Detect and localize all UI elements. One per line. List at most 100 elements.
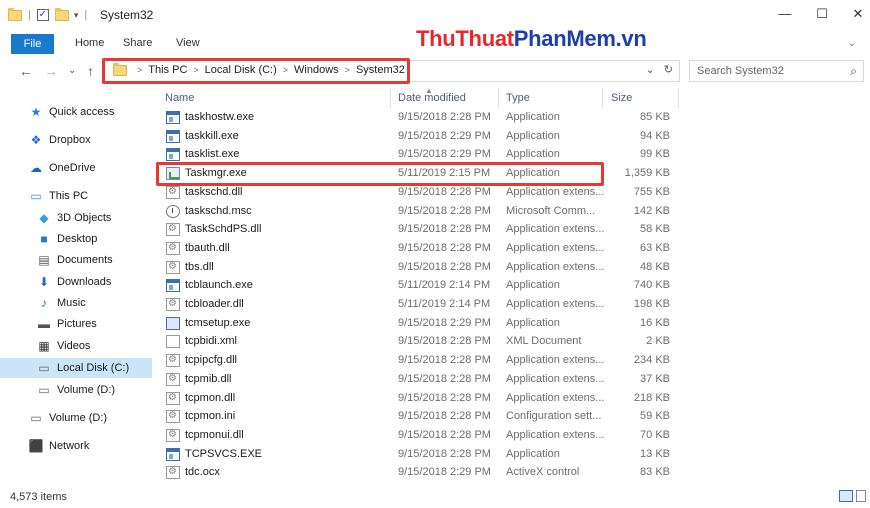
sidebar-item-this-pc[interactable]: ▭ This PC	[0, 186, 152, 206]
msc-file-icon	[166, 204, 180, 218]
dll-file-icon	[166, 410, 180, 424]
file-date-modified: 9/15/2018 2:28 PM	[398, 410, 491, 423]
documents-icon: ▤	[38, 253, 50, 267]
file-row[interactable]: tcbloader.dll5/11/2019 2:14 PMApplicatio…	[152, 295, 870, 314]
file-size: 85 KB	[640, 111, 670, 123]
dll-file-icon	[166, 223, 180, 237]
drive-icon: ▭	[30, 411, 42, 425]
up-button[interactable]: ↑	[87, 63, 94, 79]
file-row[interactable]: tcpipcfg.dll9/15/2018 2:28 PMApplication…	[152, 351, 870, 370]
file-row[interactable]: TaskSchdPS.dll9/15/2018 2:28 PMApplicati…	[152, 220, 870, 239]
file-size: 13 KB	[640, 447, 670, 460]
file-row[interactable]: tbs.dll9/15/2018 2:28 PMApplication exte…	[152, 258, 870, 277]
column-type[interactable]: Type	[506, 92, 530, 104]
address-dropdown-icon[interactable]: ⌄	[646, 64, 655, 76]
dll-file-icon	[166, 298, 180, 311]
folder-icon	[8, 7, 22, 21]
computer-icon: ▭	[30, 189, 42, 203]
window-title: System32	[100, 8, 154, 22]
column-date-modified[interactable]: Date modified	[398, 92, 466, 104]
pictures-icon: ▬	[38, 317, 50, 331]
file-date-modified: 9/15/2018 2:28 PM	[398, 447, 491, 460]
search-icon[interactable]: ⌕	[850, 64, 857, 79]
tab-file[interactable]: File	[11, 34, 54, 54]
file-row[interactable]: tcpbidi.xml 9/15/2018 2:28 PM XML Document…	[152, 332, 870, 351]
properties-icon[interactable]: ✓	[36, 9, 49, 21]
large-icons-view-button[interactable]	[856, 490, 866, 502]
file-name: tasklist.exe	[185, 148, 240, 161]
status-item-count: 4,573 items	[10, 491, 67, 503]
file-size: 234 KB	[633, 354, 670, 367]
file-size: 59 KB	[640, 410, 670, 423]
tab-view[interactable]: View	[176, 37, 200, 49]
file-row[interactable]: tcpmon.dll9/15/2018 2:28 PMApplication e…	[152, 389, 870, 408]
file-size: 16 KB	[640, 316, 670, 329]
customize-toolbar-icon[interactable]: ▾	[74, 10, 79, 21]
sidebar-item-network[interactable]: ⬛ Network	[0, 436, 152, 456]
file-row[interactable]: tcblaunch.exe 5/11/2019 2:14 PM Applicatio…	[152, 276, 870, 295]
sidebar-item-volume-d[interactable]: ▭ Volume (D:)	[0, 380, 152, 400]
sidebar-item-onedrive[interactable]: ☁ OneDrive	[0, 158, 152, 178]
file-date-modified: 9/15/2018 2:28 PM	[398, 428, 491, 441]
file-row[interactable]: taskschd.msc 9/15/2018 2:28 PM Microsoft C…	[152, 202, 870, 221]
new-folder-icon[interactable]	[54, 7, 69, 21]
file-date-modified: 9/15/2018 2:28 PM	[398, 223, 491, 236]
file-date-modified: 9/15/2018 2:29 PM	[398, 148, 491, 161]
sidebar-item-quick-access[interactable]: ★ Quick access	[0, 102, 152, 122]
sidebar-item-music[interactable]: ♪ Music	[0, 293, 152, 313]
search-input[interactable]: Search System32 ⌕	[689, 60, 864, 82]
file-row[interactable]: tbauth.dll9/15/2018 2:28 PMApplication e…	[152, 239, 870, 258]
exe-file-icon	[166, 279, 180, 293]
file-row[interactable]: tcpmonui.dll9/15/2018 2:28 PMApplication…	[152, 426, 870, 445]
file-name: tcpmonui.dll	[185, 428, 244, 441]
file-row[interactable]: TCPSVCS.EXE 9/15/2018 2:28 PM Application 1…	[152, 445, 870, 464]
sidebar-item-pictures[interactable]: ▬ Pictures	[0, 314, 152, 334]
sidebar-item-documents[interactable]: ▤ Documents	[0, 250, 152, 270]
sidebar-item-desktop[interactable]: ■ Desktop	[0, 229, 152, 249]
file-name: TCPSVCS.EXE	[185, 447, 263, 460]
forward-button[interactable]: →	[44, 63, 58, 79]
file-name: tcbloader.dll	[185, 298, 244, 310]
file-name: taskkill.exe	[185, 129, 239, 142]
file-date-modified: 9/15/2018 2:28 PM	[398, 241, 491, 254]
sidebar-item-volume-d-root[interactable]: ▭ Volume (D:)	[0, 408, 152, 428]
sidebar-item-downloads[interactable]: ⬇ Downloads	[0, 272, 152, 292]
file-row[interactable]: tcpmon.ini9/15/2018 2:28 PMConfiguration…	[152, 407, 870, 426]
close-button[interactable]: ✕	[848, 6, 868, 22]
sidebar-item-local-disk-c[interactable]: ▭ Local Disk (C:)	[0, 358, 152, 378]
file-date-modified: 9/15/2018 2:29 PM	[398, 316, 491, 329]
set-file-icon	[166, 316, 180, 330]
sidebar-item-videos[interactable]: ▦ Videos	[0, 336, 152, 356]
file-row[interactable]: tdc.ocx9/15/2018 2:29 PMActiveX control8…	[152, 463, 870, 482]
sidebar-item-3d-objects[interactable]: ◆ 3D Objects	[0, 208, 152, 228]
minimize-button[interactable]: —	[775, 6, 795, 21]
file-date-modified: 9/15/2018 2:28 PM	[398, 260, 491, 273]
recent-locations-button[interactable]: ⌄	[68, 65, 76, 76]
ribbon-expand-icon[interactable]: ⌄	[848, 38, 856, 49]
details-view-button[interactable]	[839, 490, 853, 502]
maximize-button[interactable]: ☐	[812, 6, 832, 22]
file-row[interactable]: tcpmib.dll9/15/2018 2:28 PMApplication e…	[152, 370, 870, 389]
file-name: taskschd.msc	[185, 204, 252, 217]
watermark: ThuThuatPhanMem.vn	[416, 26, 647, 51]
file-size: 142 KB	[633, 204, 670, 217]
back-button[interactable]: ←	[19, 63, 33, 79]
file-name: taskhostw.exe	[185, 111, 255, 123]
column-size[interactable]: Size	[611, 92, 632, 104]
file-size: 70 KB	[640, 428, 670, 441]
tab-home[interactable]: Home	[75, 37, 104, 49]
tab-share[interactable]: Share	[123, 37, 152, 49]
file-row[interactable]: tcmsetup.exe 9/15/2018 2:29 PM Application…	[152, 314, 870, 333]
drive-icon: ▭	[38, 361, 50, 375]
file-name: tcpmib.dll	[185, 372, 232, 385]
dropbox-icon: ❖	[30, 133, 42, 147]
dll-file-icon	[166, 372, 180, 386]
file-row[interactable]: taskhostw.exe 9/15/2018 2:28 PM Applicatio…	[152, 108, 870, 127]
videos-icon: ▦	[38, 339, 50, 353]
refresh-icon[interactable]: ↻	[664, 64, 673, 76]
network-icon: ⬛	[28, 439, 44, 453]
music-icon: ♪	[41, 296, 47, 310]
sidebar-item-dropbox[interactable]: ❖ Dropbox	[0, 130, 152, 150]
column-name[interactable]: Name	[165, 92, 194, 104]
file-row[interactable]: taskkill.exe 9/15/2018 2:29 PM Application…	[152, 127, 870, 146]
